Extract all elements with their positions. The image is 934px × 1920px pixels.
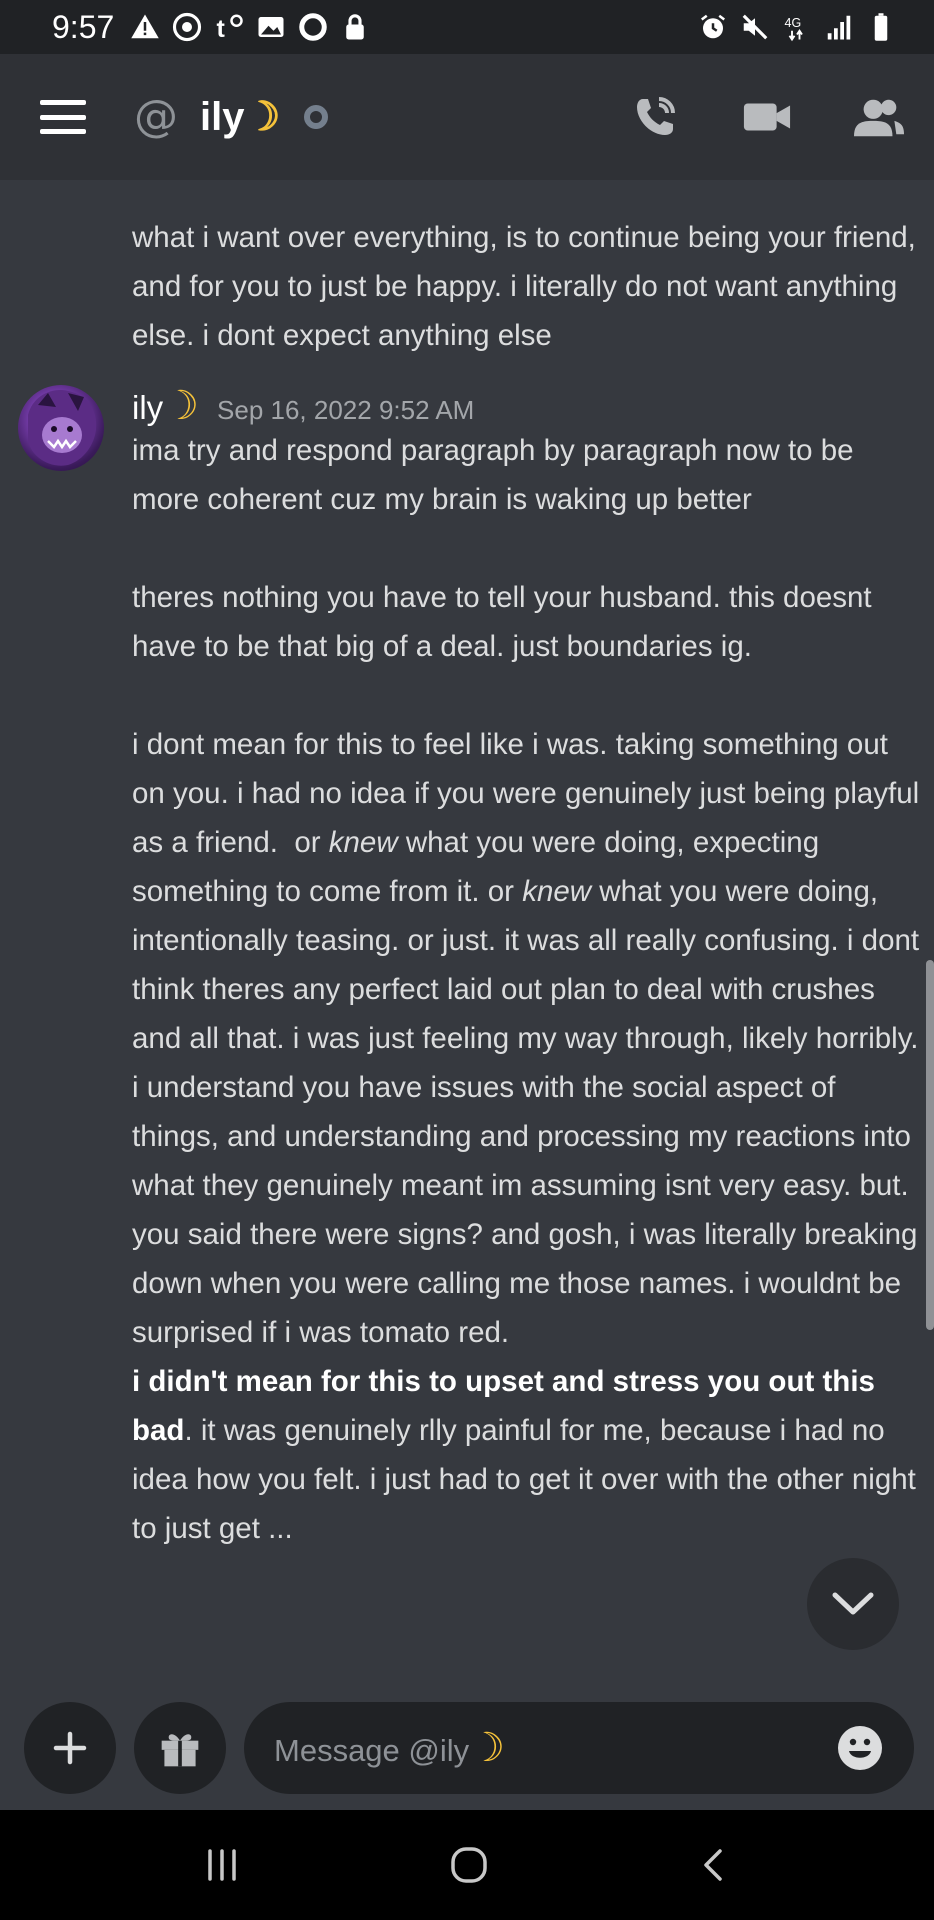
message-body: ima try and respond paragraph by paragra… [132,426,922,1553]
placeholder-text: Message @ily [274,1732,470,1768]
status-right: 4G [698,12,896,42]
tumblr-icon: t [217,14,244,42]
mute-icon [742,14,768,40]
gift-button[interactable] [134,1701,226,1794]
gift-icon [161,1733,199,1766]
gallery-icon [258,17,284,37]
scrollbar[interactable] [926,960,934,1330]
moon-emoji: ☽ [163,384,200,428]
status-bar: 9:57 t 4G [0,0,934,54]
status-left: 9:57 t [52,9,370,46]
svg-text:4G: 4G [785,16,802,30]
plus-icon [53,1731,87,1764]
header-actions [630,92,904,142]
message-paragraph-4: i understand you have issues with the so… [132,1071,926,1349]
moon-emoji: ☽ [469,1725,506,1770]
message-header: ily☽ Sep 16, 2022 9:52 AM [132,383,474,429]
author-name-text: ily [132,389,164,426]
warning-icon [131,14,160,39]
header-title-text: ily [200,95,245,139]
smiley-icon[interactable] [836,1724,884,1772]
message-paragraph-1: ima try and respond paragraph by paragra… [132,434,862,516]
hamburger-icon[interactable] [40,100,86,134]
alarm-icon [701,14,725,39]
author-name[interactable]: ily☽ [132,383,199,429]
steam-icon [173,12,202,42]
message-paragraph-2: theres nothing you have to tell your hus… [132,581,880,663]
message-timestamp: Sep 16, 2022 9:52 AM [217,395,475,425]
add-attachment-button[interactable] [24,1701,116,1794]
header-title[interactable]: ily☽ [200,94,280,140]
message-composer: Message @ily☽ [0,1685,934,1810]
video-icon[interactable] [742,92,792,142]
message-continuation: what i want over everything, is to conti… [132,221,925,352]
message-list[interactable]: what i want over everything, is to conti… [0,180,934,1685]
notification-icons: t [130,12,370,42]
channel-header: @ ily☽ [0,54,934,180]
members-icon[interactable] [854,92,904,142]
svg-text:t: t [217,15,226,42]
home-icon[interactable] [447,1843,491,1887]
chevron-down-icon [832,1592,874,1615]
call-icon[interactable] [630,92,680,142]
lock-icon [346,14,365,40]
status-time: 9:57 [52,8,115,45]
message-input-placeholder: Message @ily☽ [274,1725,505,1771]
message-input[interactable]: Message @ily☽ [244,1701,914,1794]
status-indicator [304,105,329,129]
avatar[interactable] [18,385,104,471]
signal-icon [827,15,851,40]
recents-icon[interactable] [202,1847,242,1883]
battery-icon [874,13,888,41]
message-paragraph-5: . it was genuinely rlly painful for me, … [132,1414,925,1545]
moon-emoji: ☽ [244,95,281,139]
italic-text: knew [328,826,398,859]
at-icon: @ [134,91,178,142]
italic-text: knew [522,875,592,908]
jump-to-present-button[interactable] [807,1558,899,1650]
system-navbar [0,1810,934,1920]
app-icon [299,13,328,41]
4g-icon: 4G [785,16,803,42]
back-icon[interactable] [696,1845,732,1885]
